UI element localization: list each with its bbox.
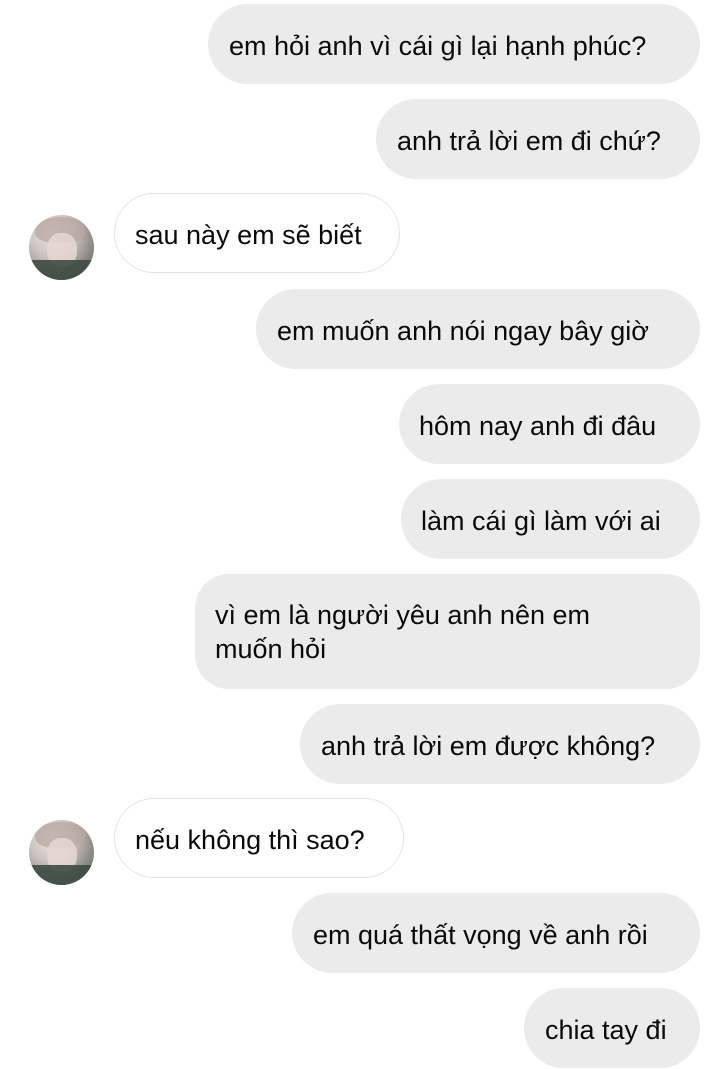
message-text: anh trả lời em đi chứ? <box>397 126 661 156</box>
sent-message-bubble[interactable]: em quá thất vọng về anh rồi <box>292 893 700 973</box>
sent-message-bubble[interactable]: em hỏi anh vì cái gì lại hạnh phúc? <box>208 4 700 84</box>
message-text: em muốn anh nói ngay bây giờ <box>277 316 649 346</box>
message-text-line-1: vì em là người yêu anh nên em <box>215 600 590 630</box>
message-text: làm cái gì làm với ai <box>421 506 661 536</box>
sent-message-bubble[interactable]: vì em là người yêu anh nên em muốn hỏi <box>195 574 700 689</box>
sent-message-bubble[interactable]: chia tay đi <box>524 988 700 1068</box>
received-message-bubble[interactable]: sau này em sẽ biết <box>114 193 400 273</box>
message-text: em hỏi anh vì cái gì lại hạnh phúc? <box>229 31 647 61</box>
contact-avatar[interactable] <box>29 820 94 885</box>
message-text: chia tay đi <box>545 1015 667 1045</box>
sent-message-bubble[interactable]: làm cái gì làm với ai <box>401 479 700 559</box>
contact-avatar[interactable] <box>29 215 94 280</box>
sent-message-bubble[interactable]: hôm nay anh đi đâu <box>399 384 700 464</box>
message-text: em quá thất vọng về anh rồi <box>313 920 648 950</box>
message-text: anh trả lời em được không? <box>321 731 656 761</box>
message-text: nếu không thì sao? <box>135 825 365 855</box>
sent-message-bubble[interactable]: em muốn anh nói ngay bây giờ <box>256 289 700 369</box>
sent-message-bubble[interactable]: anh trả lời em đi chứ? <box>376 99 700 179</box>
avatar-shoulder <box>29 260 94 280</box>
avatar-shoulder <box>29 865 94 885</box>
sent-message-bubble[interactable]: anh trả lời em được không? <box>300 704 700 784</box>
received-message-bubble[interactable]: nếu không thì sao? <box>114 798 404 878</box>
message-text-line-2: muốn hỏi <box>215 634 327 664</box>
message-text: sau này em sẽ biết <box>135 220 362 250</box>
message-text: hôm nay anh đi đâu <box>419 411 657 441</box>
